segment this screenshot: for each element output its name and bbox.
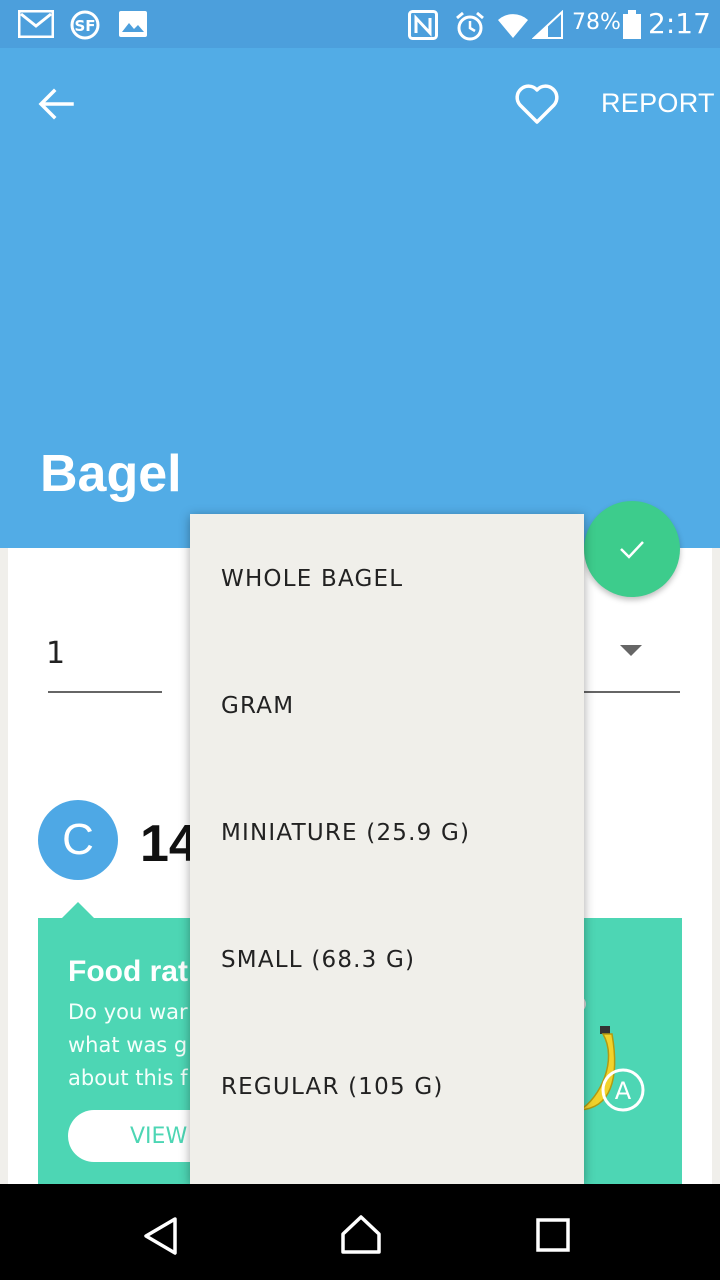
alarm-icon	[456, 11, 484, 41]
battery-icon	[623, 10, 641, 39]
report-button[interactable]: REPORT	[601, 88, 715, 119]
view-button-label: VIEW	[130, 1123, 188, 1149]
favorite-heart-icon[interactable]	[514, 82, 560, 126]
quantity-underline	[48, 691, 162, 693]
status-bar: SF 78% 2:17	[0, 0, 720, 48]
banner-line: Do you war	[68, 1000, 188, 1024]
quantity-input[interactable]: 1	[46, 636, 65, 671]
back-arrow-icon[interactable]	[36, 84, 76, 124]
sf-app-icon: SF	[70, 10, 100, 40]
banner-line: about this f	[68, 1066, 188, 1090]
food-grade-badge: C	[38, 800, 118, 880]
unit-option-label: SMALL (68.3 G)	[221, 947, 416, 973]
unit-option-miniature[interactable]: MINIATURE (25.9 G)	[190, 768, 584, 895]
nav-back-icon[interactable]	[142, 1216, 178, 1256]
system-nav-bar	[0, 1184, 720, 1280]
nfc-icon	[408, 10, 438, 40]
check-icon	[620, 541, 644, 559]
banana-illustration-icon: A	[570, 996, 645, 1112]
battery-percent: 78%	[572, 10, 621, 35]
food-title: Bagel	[40, 445, 182, 503]
dropdown-arrow-icon[interactable]	[620, 645, 642, 656]
nav-recents-icon[interactable]	[536, 1218, 570, 1252]
unit-option-gram[interactable]: GRAM	[190, 641, 584, 768]
banner-title: Food rat	[68, 955, 188, 988]
clock: 2:17	[648, 7, 711, 40]
confirm-fab[interactable]	[584, 501, 680, 597]
unit-option-regular[interactable]: REGULAR (105 G)	[190, 1022, 584, 1149]
banner-line: what was g	[68, 1033, 188, 1057]
nav-home-icon[interactable]	[340, 1214, 382, 1254]
unit-select-underline	[584, 691, 680, 693]
banner-pointer	[62, 902, 94, 918]
unit-option-label: MINIATURE (25.9 G)	[221, 820, 471, 846]
unit-option-label: GRAM	[221, 693, 295, 719]
unit-option-small[interactable]: SMALL (68.3 G)	[190, 895, 584, 1022]
unit-dropdown-menu: WHOLE BAGEL GRAM MINIATURE (25.9 G) SMAL…	[190, 514, 584, 1184]
unit-option-whole-bagel[interactable]: WHOLE BAGEL	[190, 514, 584, 641]
unit-option-label: WHOLE BAGEL	[221, 566, 404, 592]
gmail-icon	[18, 10, 54, 38]
svg-text:SF: SF	[74, 17, 95, 35]
unit-option-label: REGULAR (105 G)	[221, 1074, 444, 1100]
wifi-icon	[498, 14, 528, 38]
gallery-icon	[119, 11, 147, 37]
signal-icon	[532, 10, 563, 39]
banner-description: Do you war what was g about this f	[68, 996, 208, 1095]
svg-text:A: A	[615, 1077, 632, 1105]
